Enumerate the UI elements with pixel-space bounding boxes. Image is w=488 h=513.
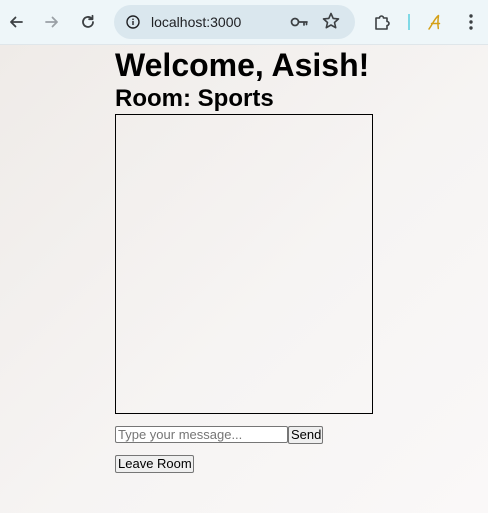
star-icon xyxy=(322,12,340,29)
reload-icon xyxy=(82,14,94,28)
toolbar-divider xyxy=(408,14,410,30)
message-input[interactable] xyxy=(115,426,288,443)
arrow-right-icon xyxy=(45,16,58,28)
info-icon xyxy=(126,15,140,29)
back-button[interactable] xyxy=(2,8,30,36)
chat-messages-box[interactable] xyxy=(115,114,373,414)
welcome-heading: Welcome, Asish! xyxy=(115,47,370,83)
send-button[interactable]: Send xyxy=(288,426,323,444)
room-heading: Room: Sports xyxy=(115,85,274,112)
url-text[interactable]: localhost:3000 xyxy=(151,14,241,30)
reload-button[interactable] xyxy=(74,8,102,36)
site-info-button[interactable] xyxy=(122,11,144,33)
forward-button[interactable] xyxy=(38,8,66,36)
extensions-button[interactable] xyxy=(368,8,396,36)
address-bar[interactable]: localhost:3000 xyxy=(114,5,355,39)
profile-extension-button[interactable] xyxy=(421,8,449,36)
leave-room-button[interactable]: Leave Room xyxy=(115,455,194,473)
puzzle-icon xyxy=(375,15,390,30)
password-key-button[interactable] xyxy=(289,12,309,37)
key-icon xyxy=(290,17,308,27)
kebab-menu-icon xyxy=(469,14,473,30)
script-a-icon xyxy=(428,14,441,30)
bookmark-button[interactable] xyxy=(321,11,341,36)
browser-toolbar: localhost:3000 xyxy=(0,0,488,45)
browser-menu-button[interactable] xyxy=(457,8,485,36)
arrow-left-icon xyxy=(10,16,23,28)
page-viewport: Welcome, Asish! Room: Sports Send Leave … xyxy=(0,45,488,513)
